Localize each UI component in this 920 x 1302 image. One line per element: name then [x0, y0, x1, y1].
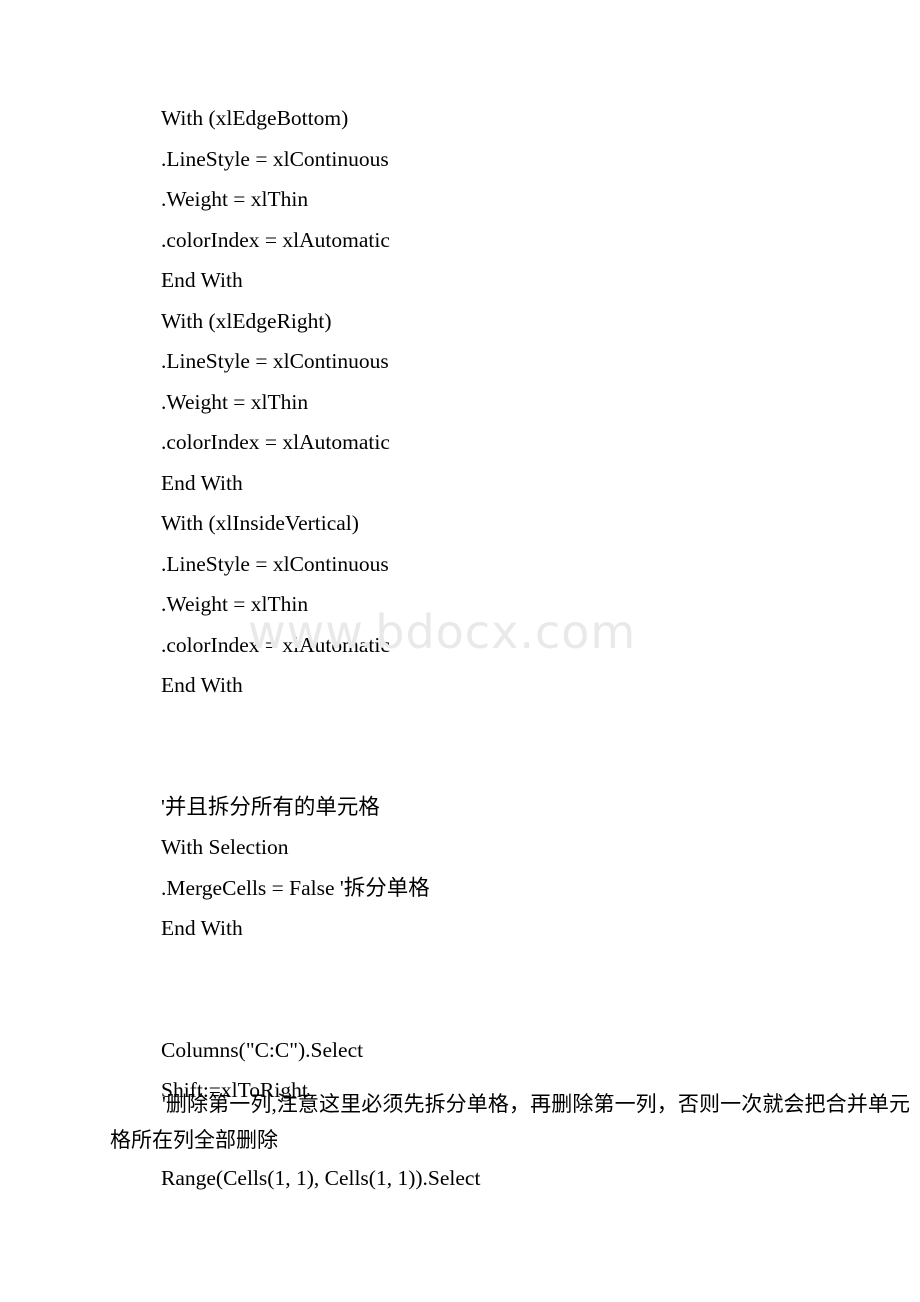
- code-line: .MergeCells = False '拆分单格: [161, 875, 430, 900]
- code-line: .Weight = xlThin: [161, 592, 309, 616]
- document-page: www.bdocx.com With (xlEdgeBottom) .LineSt…: [0, 0, 920, 1302]
- code-line: .Weight = xlThin: [161, 389, 309, 414]
- vba-code-block: With (xlEdgeBottom) .LineStyle = xlContin…: [161, 98, 881, 1111]
- code-line: .colorIndex = xlAutomatic: [161, 632, 390, 657]
- code-line: With (xlInsideVertical): [161, 511, 359, 535]
- code-line: End With: [161, 916, 243, 940]
- chinese-comment-paragraph: '删除第一列,注意这里必须先拆分单格，再删除第一列，否则一次就会把合并单元格所在…: [110, 1092, 910, 1152]
- code-line: .Weight = xlThin: [161, 187, 309, 211]
- vba-code-tail-block: Range(Cells(1, 1), Cells(1, 1)).Select: [161, 1158, 881, 1199]
- code-line: .LineStyle = xlContinuous: [161, 349, 389, 373]
- code-line: .colorIndex = xlAutomatic: [161, 227, 390, 252]
- code-line: .LineStyle = xlContinuous: [161, 551, 389, 576]
- code-line: End With: [161, 673, 243, 697]
- code-line: '并且拆分所有的单元格: [161, 794, 380, 819]
- code-line: With (xlEdgeRight): [161, 308, 332, 333]
- code-line: With Selection: [161, 835, 289, 859]
- code-line: .colorIndex = xlAutomatic: [161, 430, 390, 454]
- code-line: .LineStyle = xlContinuous: [161, 146, 389, 171]
- code-line: End With: [161, 268, 243, 292]
- code-line: Range(Cells(1, 1), Cells(1, 1)).Select: [161, 1166, 481, 1190]
- code-line: End With: [161, 470, 243, 495]
- code-line: Columns("C:C").Select: [161, 1037, 364, 1062]
- code-line: With (xlEdgeBottom): [161, 106, 349, 130]
